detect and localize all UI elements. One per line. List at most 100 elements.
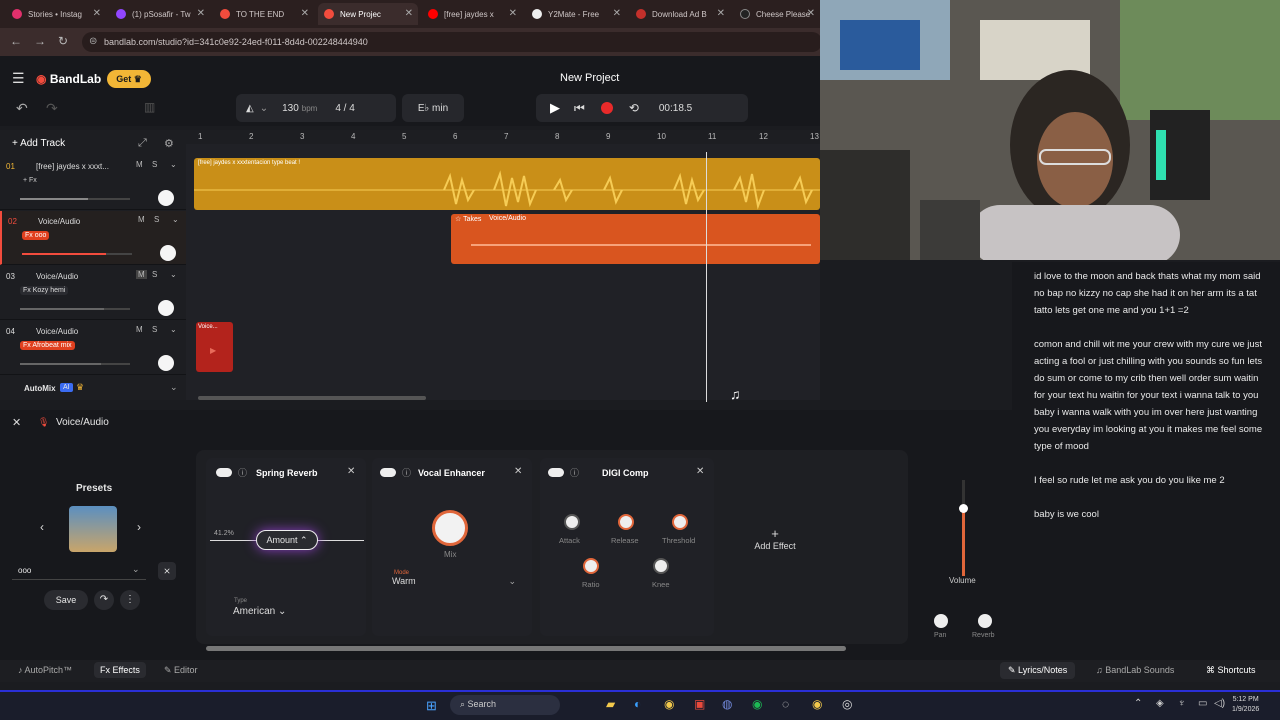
autopitch-tab[interactable]: ♪ AutoPitch™ <box>18 665 72 675</box>
browser-tab[interactable]: Stories • Instag ✕ <box>6 3 106 25</box>
browser-tab-active[interactable]: New Projec ✕ <box>318 3 418 25</box>
info-icon[interactable]: ⓘ <box>238 466 247 479</box>
close-icon[interactable]: ✕ <box>347 466 355 477</box>
automix-row[interactable]: AutoMix AI ♛ ⌄ <box>0 380 186 400</box>
discord-icon[interactable]: ◍ <box>722 697 732 711</box>
save-preset-button[interactable]: Save <box>44 590 88 610</box>
lyrics-paragraph[interactable]: I feel so rude let me ask you do you lik… <box>1034 472 1268 489</box>
volume-fader-track[interactable] <box>959 480 968 576</box>
mixer-icon[interactable]: ▥ <box>144 100 155 114</box>
pan-knob[interactable] <box>158 300 174 316</box>
rewind-icon[interactable]: ⏮ <box>574 101 585 116</box>
audio-clip[interactable]: ☆ Takes Voice/Audio <box>451 214 820 264</box>
close-icon[interactable]: ✕ <box>301 8 309 19</box>
solo-button[interactable]: S <box>152 325 157 334</box>
ratio-knob[interactable] <box>583 558 599 574</box>
metronome-icon[interactable]: ◭ <box>246 103 254 114</box>
redo-icon[interactable]: ↷ <box>46 100 58 117</box>
key-selector[interactable]: E♭ min <box>402 94 464 122</box>
close-icon[interactable]: ✕ <box>717 8 725 19</box>
lyrics-paragraph[interactable]: baby is we cool <box>1034 506 1268 523</box>
mute-button[interactable]: M <box>136 325 143 334</box>
get-membership-button[interactable]: Get ♛ <box>107 70 151 88</box>
tray-chevron-icon[interactable]: ⌃ <box>1134 698 1142 709</box>
project-title[interactable]: New Project <box>560 72 619 84</box>
lyrics-paragraph[interactable]: comon and chill wit me your crew with my… <box>1034 336 1268 455</box>
edge-icon[interactable]: ◐ <box>634 697 641 711</box>
taskbar-clock[interactable]: 5:12 PM 1/9/2026 <box>1232 695 1259 715</box>
browser-tab[interactable]: Cheese Please ✕ <box>734 3 820 25</box>
close-icon[interactable]: ✕ <box>696 466 704 477</box>
track-row-selected[interactable]: 02 Voice/Audio M S ⌄ Fx ooo <box>0 211 186 265</box>
close-icon[interactable]: ✕ <box>93 8 101 19</box>
browser-tab[interactable]: [free] jaydes x ✕ <box>422 3 522 25</box>
settings-icon[interactable]: ⚙ <box>164 137 174 150</box>
fx-tag[interactable]: Fx Afrobeat mix <box>20 341 75 350</box>
track-name[interactable]: Voice/Audio <box>36 272 78 281</box>
tempo-value[interactable]: 130 <box>282 103 299 114</box>
close-icon[interactable]: ✕ <box>405 8 413 19</box>
chevron-right-icon[interactable]: › <box>137 520 141 534</box>
lyrics-panel[interactable]: id love to the moon and back thats what … <box>1012 262 1280 660</box>
add-loop-icon[interactable]: ♫ <box>730 386 741 402</box>
solo-button[interactable]: S <box>152 270 157 279</box>
file-explorer-icon[interactable]: ▰ <box>606 697 615 711</box>
release-knob[interactable] <box>618 514 634 530</box>
close-icon[interactable]: ✕ <box>613 8 621 19</box>
volume-fader-handle[interactable] <box>959 504 968 513</box>
tools-icon[interactable]: ⤢ <box>138 137 147 150</box>
close-icon[interactable]: ✕ <box>12 416 21 429</box>
amount-slider-handle[interactable]: Amount ⌃ <box>256 530 318 550</box>
app-icon[interactable]: ◌ <box>782 697 789 711</box>
browser-tab[interactable]: TO THE END ✕ <box>214 3 314 25</box>
effect-toggle[interactable] <box>216 468 232 477</box>
bandlab-logo[interactable]: ◉ BandLab <box>36 72 101 86</box>
loop-icon[interactable]: ⟲ <box>629 101 639 115</box>
url-input[interactable]: ⊜ bandlab.com/studio?id=341c0e92-24ed-f0… <box>82 32 822 52</box>
editor-scrollbar[interactable] <box>206 646 846 651</box>
solo-button[interactable]: S <box>152 160 157 169</box>
volume-slider[interactable] <box>20 308 130 310</box>
horizontal-scrollbar[interactable] <box>198 396 426 400</box>
track-name[interactable]: Voice/Audio <box>36 327 78 336</box>
network-icon[interactable]: ▭ <box>1198 698 1207 709</box>
solo-button[interactable]: S <box>154 215 159 224</box>
editor-tab[interactable]: ✎ Editor <box>164 665 198 676</box>
forward-icon[interactable]: → <box>34 34 46 48</box>
volume-icon[interactable]: ◁) <box>1214 698 1225 709</box>
close-icon[interactable]: ✕ <box>514 466 522 477</box>
arrangement-view[interactable]: 1 2 3 4 5 6 7 8 9 10 11 12 13 [free] jay… <box>186 130 820 402</box>
audio-clip[interactable]: Voice... ▶ <box>196 322 233 372</box>
time-signature[interactable]: 4 / 4 <box>335 103 354 114</box>
timeline-ruler[interactable]: 1 2 3 4 5 6 7 8 9 10 11 12 13 <box>186 130 820 144</box>
browser-tab[interactable]: Download Ad B ✕ <box>630 3 730 25</box>
undo-icon[interactable]: ↶ <box>16 100 28 117</box>
chrome-icon[interactable]: ◉ <box>664 697 674 711</box>
volume-slider[interactable] <box>20 363 130 365</box>
tray-icon[interactable]: ◈ <box>1156 698 1164 709</box>
volume-slider[interactable] <box>20 198 130 200</box>
browser-tab[interactable]: (1) pSosafir - Tw ✕ <box>110 3 210 25</box>
bandlab-sounds-tab[interactable]: ♫ BandLab Sounds <box>1096 665 1174 675</box>
pan-knob[interactable] <box>160 245 176 261</box>
volume-slider[interactable] <box>22 253 132 255</box>
info-icon[interactable]: ⓘ <box>570 466 579 479</box>
audio-clip[interactable]: [free] jaydes x xxxtentacion type beat ! <box>194 158 820 210</box>
close-icon[interactable]: ✕ <box>807 8 815 19</box>
fx-tag[interactable]: Fx Kozy hemi <box>20 286 69 295</box>
pan-knob[interactable] <box>158 190 174 206</box>
track-row[interactable]: 04 Voice/Audio M S ⌄ Fx Afrobeat mix <box>0 321 186 375</box>
preset-select[interactable]: ooo ⌄ <box>12 562 146 580</box>
mix-knob[interactable] <box>432 510 468 546</box>
fx-tag[interactable]: Fx ooo <box>22 231 50 240</box>
windows-start-icon[interactable]: ⊞ <box>426 698 437 714</box>
pan-knob[interactable] <box>158 355 174 371</box>
chevron-down-icon[interactable]: ⌄ <box>170 382 178 393</box>
microphone-icon[interactable]: ♆ <box>1178 698 1186 709</box>
play-icon[interactable]: ▶ <box>550 100 560 116</box>
effects-tab[interactable]: Fx Effects <box>94 662 146 678</box>
spotify-icon[interactable]: ◉ <box>752 697 762 711</box>
type-select[interactable]: American ⌄ <box>233 606 286 617</box>
app-icon[interactable]: ▣ <box>694 697 705 711</box>
share-icon[interactable]: ↷ <box>94 590 114 610</box>
